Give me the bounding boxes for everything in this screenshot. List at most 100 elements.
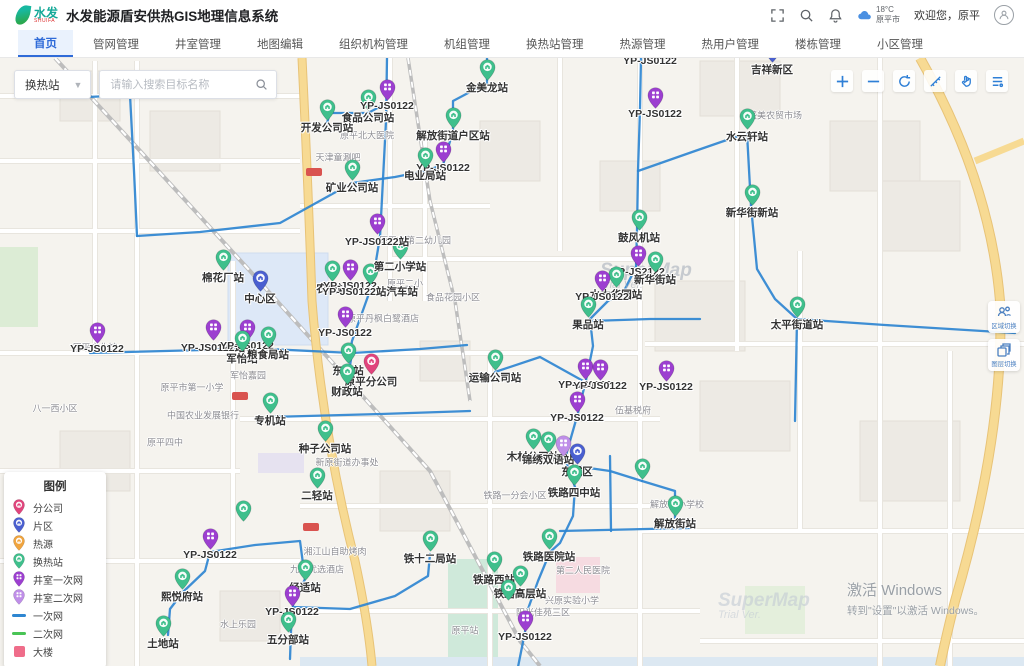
pipe-segment[interactable]	[610, 456, 611, 531]
legend-title: 图例	[12, 478, 98, 494]
marker-label: 种子公司站	[299, 441, 352, 456]
poi-label: 原平四中	[147, 436, 183, 449]
pipe-segment[interactable]	[590, 319, 700, 321]
tab-6[interactable]: 换热站管理	[510, 30, 600, 57]
tab-3[interactable]: 地图编辑	[241, 30, 319, 57]
windows-activate-watermark: 激活 Windows 转到"设置"以激活 Windows。	[847, 579, 984, 618]
marker-label: 熙悦府站	[161, 589, 203, 604]
poi-label: 原平市第一小学	[160, 381, 223, 394]
logo-en: SHUIFA	[34, 19, 58, 24]
map-search-bar: 换热站 ▼	[14, 70, 277, 99]
marker-label: 中心区	[244, 291, 276, 306]
pipe-segment[interactable]	[795, 319, 797, 421]
pipe-segment[interactable]	[137, 183, 352, 236]
legend-item-label: 一次网	[33, 608, 63, 623]
layer-switch-button[interactable]: 图层切换	[988, 339, 1020, 371]
search-icon[interactable]	[799, 8, 814, 23]
zoom-out-icon[interactable]	[862, 70, 884, 92]
marker-label: 棉花厂站	[202, 270, 244, 285]
main-nav: 首页管网管理井室管理地图编辑组织机构管理机组管理换热站管理热源管理热用户管理楼栋…	[0, 30, 1024, 58]
tab-9[interactable]: 楼栋管理	[779, 30, 857, 57]
marker-label: 铁十二局站	[404, 551, 457, 566]
region-switch-button[interactable]: 区域切换	[988, 301, 1020, 333]
marker-label: YP-JS0122站	[345, 234, 409, 249]
tab-7[interactable]: 热源管理	[604, 30, 682, 57]
marker-label: YP-JS0122	[623, 58, 677, 67]
marker-label: 二轻站	[301, 488, 333, 503]
legend-item-label: 二次网	[33, 626, 63, 641]
app-header: 水发 SHUIFA 水发能源盾安供热GIS地理信息系统 18°C 原平市	[0, 0, 1024, 30]
marker-label: YP-JS0122	[639, 381, 693, 393]
marker-label: YP-JS0122	[318, 327, 372, 339]
marker-label: 铁路四中站	[548, 485, 601, 500]
legend-item-label: 片区	[33, 518, 53, 533]
pan-icon[interactable]	[955, 70, 977, 92]
legend-item-5: 井室二次网	[12, 588, 98, 606]
bell-icon[interactable]	[828, 8, 843, 23]
search-input[interactable]	[108, 78, 255, 92]
poi-label: 第二人民医院	[556, 564, 610, 577]
marker-label: 果品站	[572, 317, 604, 332]
legend-item-label: 热源	[33, 536, 53, 551]
legend-pin-icon	[12, 535, 26, 551]
category-select-value: 换热站	[25, 77, 60, 93]
tab-5[interactable]: 机组管理	[428, 30, 506, 57]
tab-2[interactable]: 井室管理	[159, 30, 237, 57]
marker-label: 财政站	[331, 384, 363, 399]
legend-item-6: 一次网	[12, 606, 98, 624]
marker-label: 五分部站	[267, 632, 309, 647]
measure-icon[interactable]	[924, 70, 946, 92]
layer-list-icon[interactable]	[986, 70, 1008, 92]
welcome-text: 欢迎您，原平	[914, 7, 980, 23]
map-legend: 图例 分公司片区热源换热站井室一次网井室二次网一次网二次网大楼	[4, 472, 106, 666]
legend-pin-icon	[12, 571, 26, 587]
legend-pin-icon	[12, 517, 26, 533]
zoom-in-icon[interactable]	[831, 70, 853, 92]
marker-label: 粮食局站	[247, 347, 289, 362]
marker-label: 解放街道户区站	[416, 128, 490, 143]
tab-4[interactable]: 组织机构管理	[323, 30, 424, 57]
tab-8[interactable]: 热用户管理	[686, 30, 776, 57]
pipe-segment[interactable]	[270, 411, 470, 417]
marker-label: 专机站	[254, 413, 286, 428]
marker-label: 新华街新站	[726, 205, 779, 220]
legend-line-icon	[12, 614, 26, 617]
legend-item-label: 井室二次网	[33, 590, 83, 605]
category-select[interactable]: 换热站 ▼	[14, 70, 91, 99]
page-title: 水发能源盾安供热GIS地理信息系统	[66, 5, 278, 25]
supermap-watermark: SuperMap Trial Ver.	[718, 591, 810, 621]
map-pin-icon	[634, 458, 651, 485]
user-avatar[interactable]	[994, 5, 1014, 25]
pipe-segment[interactable]	[88, 95, 137, 236]
marker-label: 铁路医院站	[523, 549, 576, 564]
marker-label: 矿业公司站	[326, 180, 379, 195]
legend-item-1: 片区	[12, 516, 98, 534]
tab-0[interactable]: 首页	[18, 30, 73, 57]
legend-item-3: 换热站	[12, 552, 98, 570]
tab-1[interactable]: 管网管理	[77, 30, 155, 57]
marker-label: 金美龙站	[466, 80, 508, 95]
marker-label: 运输公司站	[469, 370, 522, 385]
legend-item-label: 大楼	[33, 644, 53, 659]
poi-label: 水上乐园	[220, 618, 256, 631]
poi-label: 铁路一分会小区	[483, 489, 546, 502]
fullscreen-icon[interactable]	[770, 8, 785, 23]
poi-label: 原平站	[451, 624, 478, 637]
legend-item-8: 大楼	[12, 642, 98, 660]
side-button-group: 区域切换 图层切换	[988, 301, 1020, 371]
poi-label: 原平丹枫白鹭酒店	[347, 312, 419, 325]
poi-label: 八一西小区	[32, 402, 77, 415]
marker-label: 水云轩站	[726, 129, 768, 144]
legend-line-icon	[12, 632, 26, 635]
search-field	[99, 70, 277, 99]
reset-view-icon[interactable]	[893, 70, 915, 92]
tab-10[interactable]: 小区管理	[861, 30, 939, 57]
marker-label: 鼓风机站	[618, 230, 660, 245]
poi-label: 盛美农贸市场	[748, 109, 802, 122]
map-toolbar	[831, 70, 1008, 92]
marker-label: YP-JS0122	[360, 100, 414, 112]
pipe-segment[interactable]	[797, 319, 1015, 333]
poi-label: 湘江山自助烤肉	[303, 545, 366, 558]
search-icon[interactable]	[255, 78, 268, 91]
map-canvas[interactable]: SuperMap Trial Ver. SuperMap Trial Ver. …	[0, 58, 1024, 666]
